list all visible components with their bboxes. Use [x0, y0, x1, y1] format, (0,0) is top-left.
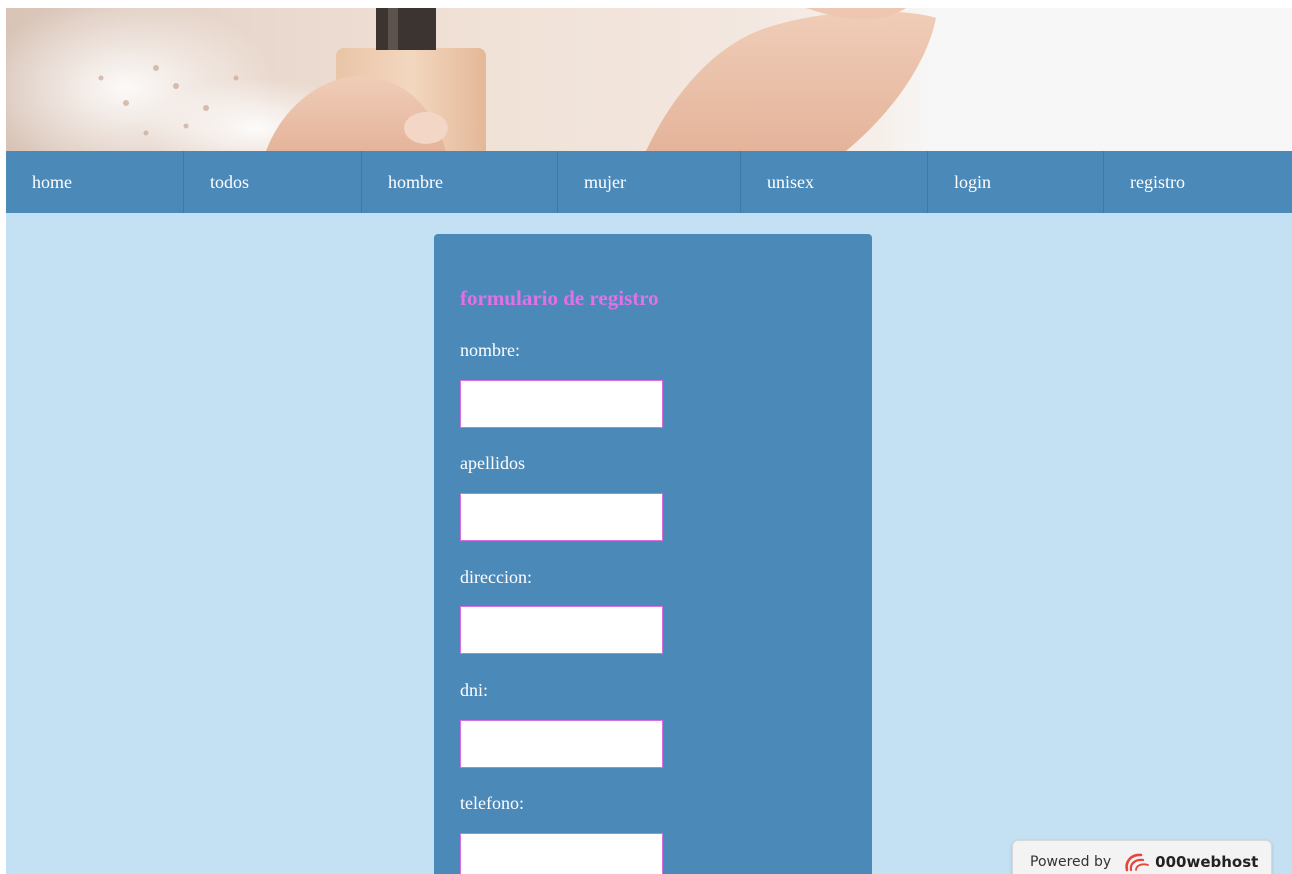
registration-form: formulario de registro nombre: apellidos…	[434, 234, 872, 874]
nav-item-todos[interactable]: todos	[184, 151, 362, 213]
main-nav: home todos hombre mujer unisex login reg…	[6, 151, 1292, 213]
telefono-input[interactable]	[460, 833, 663, 874]
apellidos-label: apellidos	[460, 453, 525, 473]
dni-input[interactable]	[460, 720, 663, 768]
telefono-label: telefono:	[460, 793, 524, 813]
form-title: formulario de registro	[460, 286, 659, 310]
page: home todos hombre mujer unisex login reg…	[6, 8, 1292, 874]
nav-item-mujer[interactable]: mujer	[558, 151, 741, 213]
apellidos-input[interactable]	[460, 493, 663, 541]
powered-by-badge[interactable]: Powered by 000webhost	[1012, 840, 1272, 874]
powered-by-text: Powered by	[1030, 854, 1112, 870]
header-banner	[6, 8, 1292, 151]
direccion-label: direccion:	[460, 567, 532, 587]
nombre-input[interactable]	[460, 380, 663, 428]
000webhost-brand-text: 000webhost	[1155, 853, 1259, 871]
nav-item-registro[interactable]: registro	[1104, 151, 1292, 213]
nav-item-hombre[interactable]: hombre	[362, 151, 558, 213]
nav-item-unisex[interactable]: unisex	[741, 151, 928, 213]
banner-image	[6, 8, 936, 151]
nombre-label: nombre:	[460, 340, 520, 360]
dni-label: dni:	[460, 680, 489, 700]
nav-item-home[interactable]: home	[6, 151, 184, 213]
direccion-input[interactable]	[460, 606, 663, 654]
nav-item-login[interactable]: login	[928, 151, 1104, 213]
000webhost-swirl-icon	[1121, 850, 1151, 874]
